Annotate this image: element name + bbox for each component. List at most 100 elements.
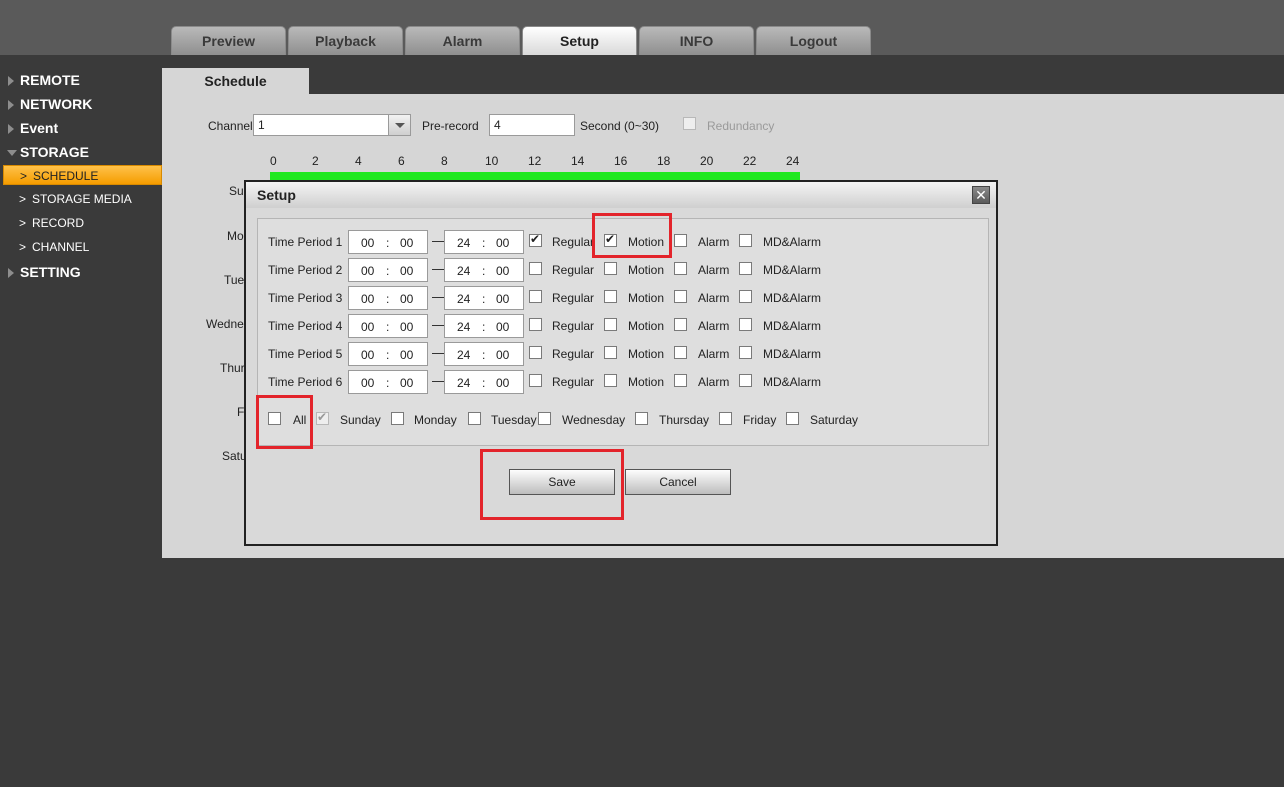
tab-alarm[interactable]: Alarm	[405, 26, 520, 55]
second-range-label: Second (0~30)	[580, 119, 660, 133]
md-alarm-checkbox[interactable]	[739, 318, 752, 331]
range-dash	[432, 325, 444, 326]
md-alarm-checkbox[interactable]	[739, 290, 752, 303]
time-separator: :	[386, 292, 390, 306]
start-time-input[interactable]: 00 : 00	[348, 342, 428, 366]
schedule-timeline-bar[interactable]	[270, 172, 800, 180]
checkmark-icon: ✔	[530, 232, 541, 246]
hour-tick: 2	[312, 154, 319, 168]
end-time-input[interactable]: 24 : 00	[444, 258, 524, 282]
sunday-checkbox[interactable]: ✔	[316, 410, 329, 425]
md-alarm-checkbox[interactable]	[739, 234, 752, 247]
regular-checkbox[interactable]: ✔	[529, 232, 542, 247]
prerecord-input[interactable]: 4	[489, 114, 575, 136]
monday-label: Monday	[414, 413, 457, 427]
sidebar-item-event[interactable]: Event	[0, 117, 162, 139]
sidebar-item-setting[interactable]: SETTING	[0, 261, 162, 283]
start-time-input[interactable]: 00 : 00	[348, 314, 428, 338]
regular-checkbox[interactable]	[529, 346, 542, 359]
tab-info[interactable]: INFO	[639, 26, 754, 55]
alarm-label: Alarm	[698, 347, 730, 361]
regular-label: Regular	[552, 291, 595, 305]
sidebar-subitem-channel[interactable]: > CHANNEL	[0, 237, 162, 257]
motion-label: Motion	[628, 319, 665, 333]
end-time-input[interactable]: 24 : 00	[444, 230, 524, 254]
sidebar-subitem-storage-media[interactable]: > STORAGE MEDIA	[0, 189, 162, 209]
end-hour: 24	[457, 376, 471, 390]
channel-label: Channel	[208, 119, 253, 133]
start-time-input[interactable]: 00 : 00	[348, 370, 428, 394]
md-alarm-checkbox[interactable]	[739, 374, 752, 387]
regular-checkbox[interactable]	[529, 290, 542, 303]
sidebar-item-storage[interactable]: STORAGE	[0, 141, 162, 163]
tab-schedule[interactable]: Schedule	[162, 68, 309, 94]
day-label-saturday: Satu	[222, 449, 247, 463]
regular-label: Regular	[552, 263, 595, 277]
expand-arrow-icon	[8, 124, 14, 134]
time-separator: :	[482, 236, 486, 250]
start-minute: 00	[400, 236, 414, 250]
start-hour: 00	[361, 292, 375, 306]
alarm-checkbox[interactable]	[674, 346, 687, 359]
motion-checkbox[interactable]	[604, 346, 617, 359]
range-dash	[432, 269, 444, 270]
alarm-checkbox[interactable]	[674, 234, 687, 247]
regular-checkbox[interactable]	[529, 262, 542, 275]
tab-logout[interactable]: Logout	[756, 26, 871, 55]
end-hour: 24	[457, 348, 471, 362]
chevron-down-icon[interactable]	[388, 115, 410, 135]
end-time-input[interactable]: 24 : 00	[444, 286, 524, 310]
alarm-checkbox[interactable]	[674, 290, 687, 303]
end-time-input[interactable]: 24 : 00	[444, 342, 524, 366]
regular-checkbox[interactable]	[529, 374, 542, 387]
end-time-input[interactable]: 24 : 00	[444, 370, 524, 394]
hour-tick: 0	[270, 154, 277, 168]
saturday-checkbox[interactable]	[786, 412, 799, 425]
close-icon[interactable]: ✕	[972, 186, 990, 204]
motion-checkbox[interactable]	[604, 290, 617, 303]
tab-playback[interactable]: Playback	[288, 26, 403, 55]
alarm-checkbox[interactable]	[674, 318, 687, 331]
hour-tick: 6	[398, 154, 405, 168]
regular-checkbox[interactable]	[529, 318, 542, 331]
end-time-input[interactable]: 24 : 00	[444, 314, 524, 338]
monday-checkbox[interactable]	[391, 412, 404, 425]
motion-checkbox[interactable]	[604, 318, 617, 331]
sidebar-subitem-record[interactable]: > RECORD	[0, 213, 162, 233]
end-minute: 00	[496, 320, 510, 334]
chevron-right-icon: >	[19, 216, 27, 230]
sidebar-item-network[interactable]: NETWORK	[0, 93, 162, 115]
motion-label: Motion	[628, 347, 665, 361]
hour-tick: 16	[614, 154, 628, 168]
start-hour: 00	[361, 236, 375, 250]
md-alarm-checkbox[interactable]	[739, 262, 752, 275]
tuesday-checkbox[interactable]	[468, 412, 481, 425]
tab-preview[interactable]: Preview	[171, 26, 286, 55]
channel-select[interactable]: 1	[253, 114, 411, 136]
md-alarm-checkbox[interactable]	[739, 346, 752, 359]
thursday-checkbox[interactable]	[635, 412, 648, 425]
time-separator: :	[386, 348, 390, 362]
start-hour: 00	[361, 348, 375, 362]
redundancy-checkbox[interactable]	[683, 117, 696, 130]
collapse-arrow-icon	[7, 150, 17, 156]
wednesday-checkbox[interactable]	[538, 412, 551, 425]
motion-checkbox[interactable]	[604, 374, 617, 387]
range-dash	[432, 353, 444, 354]
sidebar-subitem-label: RECORD	[32, 216, 85, 230]
motion-checkbox[interactable]	[604, 262, 617, 275]
redundancy-label: Redundancy	[707, 119, 775, 133]
alarm-checkbox[interactable]	[674, 374, 687, 387]
sidebar-subitem-schedule[interactable]: > SCHEDULE	[3, 165, 162, 185]
start-time-input[interactable]: 00 : 00	[348, 230, 428, 254]
start-time-input[interactable]: 00 : 00	[348, 258, 428, 282]
cancel-button[interactable]: Cancel	[625, 469, 731, 495]
start-minute: 00	[400, 348, 414, 362]
friday-checkbox[interactable]	[719, 412, 732, 425]
tab-setup[interactable]: Setup	[522, 26, 637, 55]
sidebar-item-remote[interactable]: REMOTE	[0, 69, 162, 91]
alarm-checkbox[interactable]	[674, 262, 687, 275]
time-period-label: Time Period 2	[268, 263, 343, 277]
start-time-input[interactable]: 00 : 00	[348, 286, 428, 310]
time-separator: :	[386, 264, 390, 278]
